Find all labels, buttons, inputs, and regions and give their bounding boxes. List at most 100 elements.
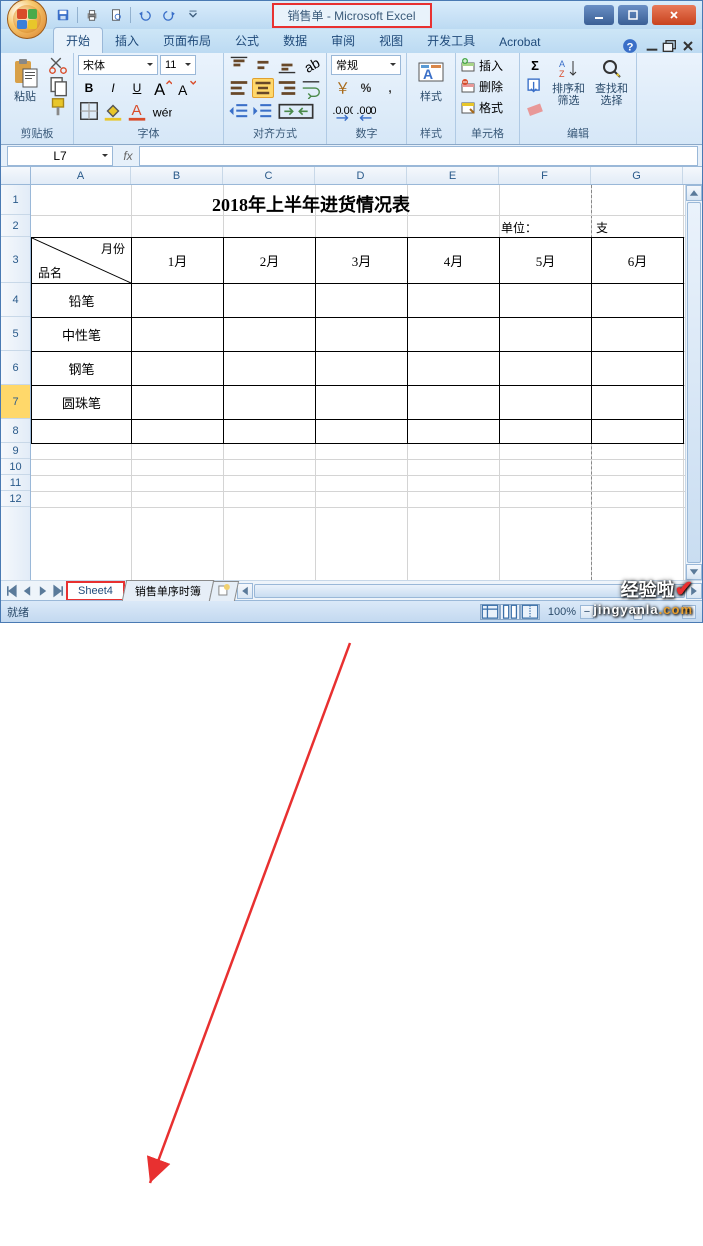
row-header-1[interactable]: 1 bbox=[1, 185, 30, 215]
help-button[interactable]: ? bbox=[622, 39, 638, 53]
ribbon-tab-insert[interactable]: 插入 bbox=[103, 28, 151, 53]
col-header-f[interactable]: F bbox=[499, 167, 591, 184]
col-header-e[interactable]: E bbox=[407, 167, 499, 184]
data-cell[interactable] bbox=[500, 386, 592, 420]
data-cell[interactable] bbox=[592, 318, 684, 352]
wrap-text-button[interactable] bbox=[300, 78, 322, 98]
empty-cell[interactable] bbox=[224, 420, 316, 444]
font-size-select[interactable]: 11 bbox=[160, 55, 196, 75]
clear-button[interactable] bbox=[524, 97, 546, 117]
underline-button[interactable]: U bbox=[126, 78, 148, 98]
col-header-g[interactable]: G bbox=[591, 167, 683, 184]
insert-cells-button[interactable]: 插入 bbox=[460, 55, 503, 75]
data-cell[interactable] bbox=[592, 284, 684, 318]
empty-cell[interactable] bbox=[316, 420, 408, 444]
find-select-button[interactable]: 查找和 选择 bbox=[591, 55, 632, 109]
align-bottom-button[interactable] bbox=[276, 55, 298, 75]
mdi-restore[interactable] bbox=[662, 39, 678, 53]
increase-decimal-button[interactable]: .0.00 bbox=[331, 101, 353, 121]
align-right-button[interactable] bbox=[276, 78, 298, 98]
font-name-select[interactable]: 宋体 bbox=[78, 55, 158, 75]
empty-cell[interactable] bbox=[408, 420, 500, 444]
ribbon-tab-acrobat[interactable]: Acrobat bbox=[487, 31, 552, 53]
zoom-out-button[interactable]: − bbox=[580, 605, 594, 619]
office-button[interactable] bbox=[7, 0, 47, 39]
row-header-7[interactable]: 7 bbox=[1, 385, 30, 419]
row-header-5[interactable]: 5 bbox=[1, 317, 30, 351]
hscroll-left[interactable] bbox=[237, 583, 253, 599]
page-break-view-button[interactable] bbox=[520, 604, 540, 620]
data-cell[interactable] bbox=[224, 352, 316, 386]
increase-indent-button[interactable] bbox=[252, 101, 274, 121]
data-cell[interactable] bbox=[132, 386, 224, 420]
ribbon-tab-data[interactable]: 数据 bbox=[271, 28, 319, 53]
format-painter-button[interactable] bbox=[47, 97, 69, 117]
mdi-minimize[interactable] bbox=[644, 39, 660, 53]
bold-button[interactable]: B bbox=[78, 78, 100, 98]
data-cell[interactable] bbox=[592, 352, 684, 386]
ribbon-tab-developer[interactable]: 开发工具 bbox=[415, 28, 487, 53]
save-button[interactable] bbox=[53, 5, 73, 25]
col-header-b[interactable]: B bbox=[131, 167, 223, 184]
name-box[interactable]: L7 bbox=[7, 146, 113, 166]
mdi-close[interactable] bbox=[680, 39, 696, 53]
currency-button[interactable]: ￥ bbox=[331, 78, 353, 98]
data-cell[interactable] bbox=[316, 386, 408, 420]
data-cell[interactable] bbox=[500, 352, 592, 386]
empty-cell[interactable] bbox=[500, 420, 592, 444]
tab-nav-next[interactable] bbox=[35, 583, 51, 599]
row-header-2[interactable]: 2 bbox=[1, 215, 30, 237]
data-cell[interactable] bbox=[224, 284, 316, 318]
autosum-button[interactable]: Σ bbox=[524, 55, 546, 75]
data-cell[interactable] bbox=[500, 318, 592, 352]
ribbon-tab-review[interactable]: 审阅 bbox=[319, 28, 367, 53]
ribbon-tab-formula[interactable]: 公式 bbox=[223, 28, 271, 53]
borders-button[interactable] bbox=[78, 101, 100, 121]
decrease-indent-button[interactable] bbox=[228, 101, 250, 121]
data-cell[interactable] bbox=[132, 352, 224, 386]
tab-nav-last[interactable] bbox=[51, 583, 67, 599]
row-header-3[interactable]: 3 bbox=[1, 237, 30, 283]
data-cell[interactable] bbox=[592, 386, 684, 420]
comma-button[interactable]: , bbox=[379, 78, 401, 98]
ribbon-tab-layout[interactable]: 页面布局 bbox=[151, 28, 223, 53]
sheet-tab-sales[interactable]: 销售单序时簿 bbox=[122, 580, 214, 601]
redo-button[interactable] bbox=[159, 5, 179, 25]
shrink-font-button[interactable]: A bbox=[174, 78, 196, 98]
data-cell[interactable] bbox=[224, 386, 316, 420]
number-format-select[interactable]: 常规 bbox=[331, 55, 401, 75]
fill-color-button[interactable] bbox=[102, 101, 124, 121]
insert-sheet-button[interactable] bbox=[209, 581, 239, 601]
vertical-scrollbar[interactable] bbox=[685, 185, 702, 580]
data-cell[interactable] bbox=[132, 318, 224, 352]
empty-cell[interactable] bbox=[132, 420, 224, 444]
worksheet-grid[interactable]: A B C D E F G 123456789101112 2018年上半年进货… bbox=[1, 167, 702, 580]
paste-button[interactable]: 粘贴 bbox=[5, 55, 45, 105]
grow-font-button[interactable]: A bbox=[150, 78, 172, 98]
data-cell[interactable] bbox=[316, 352, 408, 386]
col-header-c[interactable]: C bbox=[223, 167, 315, 184]
data-cell[interactable] bbox=[316, 318, 408, 352]
cells-area[interactable]: 2018年上半年进货情况表 单位： 支 月份品名1月2月3月4月5月6月铅笔中性… bbox=[31, 185, 702, 580]
ribbon-tab-home[interactable]: 开始 bbox=[53, 27, 103, 53]
maximize-button[interactable] bbox=[618, 5, 648, 25]
data-cell[interactable] bbox=[132, 284, 224, 318]
row-header-9[interactable]: 9 bbox=[1, 443, 30, 459]
fx-button[interactable]: fx bbox=[119, 147, 137, 165]
data-cell[interactable] bbox=[500, 284, 592, 318]
align-center-button[interactable] bbox=[252, 78, 274, 98]
vscroll-thumb[interactable] bbox=[687, 202, 701, 563]
align-middle-button[interactable] bbox=[252, 55, 274, 75]
row-header-4[interactable]: 4 bbox=[1, 283, 30, 317]
phonetic-button[interactable]: wén bbox=[150, 101, 172, 121]
align-top-button[interactable] bbox=[228, 55, 250, 75]
empty-cell[interactable] bbox=[32, 420, 132, 444]
sheet-tab-sheet4[interactable]: Sheet4 bbox=[66, 581, 125, 601]
styles-button[interactable]: A 样式 bbox=[411, 55, 451, 105]
row-header-12[interactable]: 12 bbox=[1, 491, 30, 507]
orientation-button[interactable]: ab bbox=[300, 55, 322, 75]
row-header-8[interactable]: 8 bbox=[1, 419, 30, 443]
sort-filter-button[interactable]: AZ 排序和 筛选 bbox=[548, 55, 589, 109]
tab-nav-first[interactable] bbox=[3, 583, 19, 599]
data-cell[interactable] bbox=[408, 284, 500, 318]
